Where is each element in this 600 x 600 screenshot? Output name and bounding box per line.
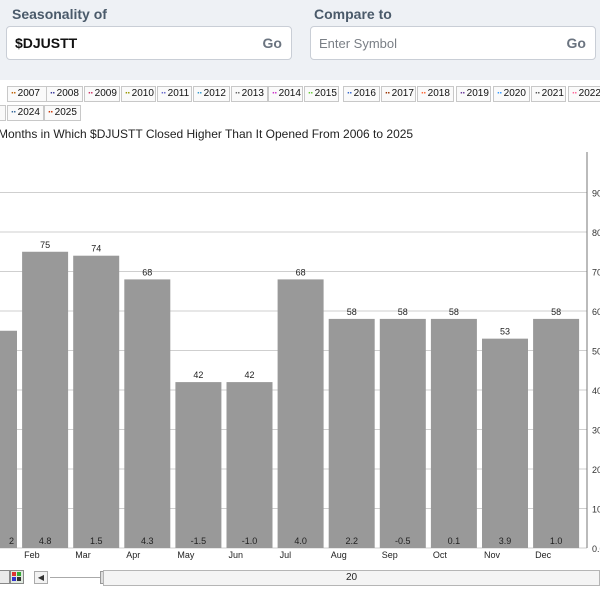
x-tick-label: Aug	[331, 550, 347, 560]
seasonality-chart: 0.0 10 20 30 40 50 60 70 80 90 2 75 4.8 Feb 74 1.5 Mar 68…	[0, 152, 600, 560]
y-tick-label: 30	[592, 426, 600, 436]
bar-oct	[430, 318, 477, 548]
bar-avg-change-label: 4.3	[141, 536, 154, 546]
range-selector[interactable]: 20	[103, 570, 600, 586]
bar-value-label: 42	[244, 370, 254, 380]
y-tick-label: 80	[592, 228, 600, 238]
y-tick-label: 10	[592, 505, 600, 515]
bar-may	[175, 382, 222, 548]
bar-jan	[0, 330, 17, 548]
x-tick-label: Oct	[433, 550, 448, 560]
bar-mar	[73, 255, 120, 548]
y-tick-label: 50	[592, 347, 600, 357]
bar-value-label: 58	[398, 307, 408, 317]
bar-value-label: 53	[500, 327, 510, 337]
x-tick-label: Jun	[229, 550, 244, 560]
bar-nov	[482, 338, 528, 548]
y-tick-label: 20	[592, 465, 600, 475]
bar-avg-change-label: 2.2	[345, 536, 358, 546]
scroll-left-button[interactable]: ◀	[34, 571, 48, 584]
bar-avg-change-label: 2	[9, 536, 14, 546]
bar-avg-change-label: 4.8	[39, 536, 52, 546]
bar-value-label: 68	[142, 267, 152, 277]
bar-aug	[328, 318, 375, 548]
y-tick-label: 70	[592, 268, 600, 278]
color-palette-icon[interactable]	[10, 570, 24, 584]
bar-avg-change-label: 3.9	[499, 536, 512, 546]
bar-avg-change-label: -0.5	[395, 536, 411, 546]
x-tick-label: Feb	[24, 550, 40, 560]
bar-sep	[379, 318, 426, 548]
bar-value-label: 75	[40, 240, 50, 250]
y-tick-label: 0.0	[592, 544, 600, 554]
y-tick-label: 60	[592, 307, 600, 317]
x-tick-label: Dec	[535, 550, 552, 560]
y-tick-label: 40	[592, 386, 600, 396]
bar-avg-change-label: 1.5	[90, 536, 103, 546]
x-tick-label: Nov	[484, 550, 501, 560]
bar-feb	[22, 251, 69, 548]
x-tick-label: Sep	[382, 550, 398, 560]
bar-value-label: 68	[296, 267, 306, 277]
bar-avg-change-label: 4.0	[294, 536, 307, 546]
bar-avg-change-label: -1.0	[242, 536, 258, 546]
bar-jul	[277, 279, 324, 548]
x-tick-label: Apr	[126, 550, 140, 560]
chart-navigator: ◀ 20	[0, 566, 600, 590]
bar-avg-change-label: -1.5	[191, 536, 207, 546]
x-tick-label: Mar	[75, 550, 91, 560]
bar-avg-change-label: 1.0	[550, 536, 563, 546]
bar-value-label: 58	[449, 307, 459, 317]
bar-avg-change-label: 0.1	[448, 536, 461, 546]
y-tick-label: 90	[592, 189, 600, 199]
chart-type-icon[interactable]	[0, 570, 10, 584]
x-tick-label: Jul	[280, 550, 292, 560]
bar-apr	[124, 279, 171, 548]
bar-dec	[533, 318, 580, 548]
x-tick-label: May	[177, 550, 195, 560]
bar-value-label: 42	[193, 370, 203, 380]
bar-value-label: 58	[347, 307, 357, 317]
bar-value-label: 74	[91, 244, 101, 254]
scroll-track[interactable]	[50, 577, 100, 578]
bar-value-label: 58	[551, 307, 561, 317]
range-label: 20	[345, 572, 358, 583]
bar-jun	[226, 382, 273, 548]
